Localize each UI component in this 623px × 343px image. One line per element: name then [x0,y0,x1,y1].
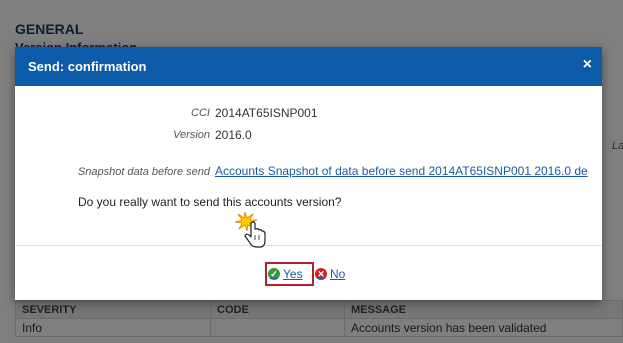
yes-button[interactable]: ✓ Yes [268,267,303,281]
version-label: Version [173,129,210,141]
hand-cursor-icon [234,211,266,248]
dialog-title: Send: confirmation [28,59,147,74]
check-circle-icon: ✓ [268,268,280,280]
x-circle-icon: ✕ [315,268,327,280]
no-button-label: No [330,267,346,281]
version-value: 2016.0 [215,128,252,142]
send-confirmation-dialog: Send: confirmation × CCI 2014AT65ISNP001… [15,47,602,300]
snapshot-link[interactable]: Accounts Snapshot of data before send 20… [215,164,588,178]
confirmation-question: Do you really want to send this accounts… [78,195,342,209]
close-icon[interactable]: × [583,56,592,74]
yes-button-label: Yes [283,267,303,281]
cci-label: CCI [191,107,210,119]
dialog-header: Send: confirmation × [15,47,602,86]
no-button[interactable]: ✕ No [315,267,345,281]
footer-divider [15,245,602,246]
cci-value: 2014AT65ISNP001 [215,106,318,120]
snapshot-label: Snapshot data before send [77,166,210,178]
